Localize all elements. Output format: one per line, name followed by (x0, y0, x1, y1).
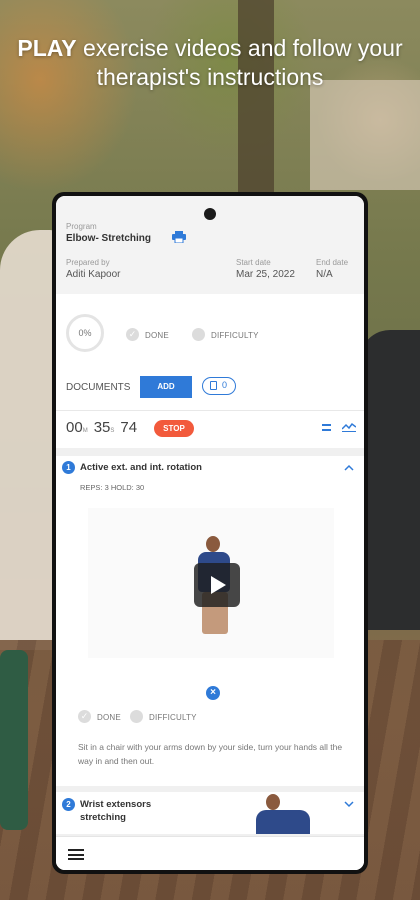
promo-headline: PLAY exercise videos and follow your the… (0, 34, 420, 92)
progress-row: 0% ✓ DONE DIFFICULTY (56, 314, 364, 354)
divider (56, 410, 364, 411)
end-date-label: End date (316, 258, 349, 267)
difficulty-icon[interactable] (192, 328, 205, 341)
phone-screen: Program Elbow- Stretching Prepared by Ad… (56, 196, 364, 870)
exercise-done-check-icon[interactable]: ✓ (78, 710, 91, 723)
exercise-done-label: DONE (97, 713, 121, 722)
program-name: Elbow- Stretching (66, 233, 151, 244)
session-timer: 00M 35S 74 (66, 419, 137, 437)
timer-hours: 00 (66, 419, 83, 436)
difficulty-label: DIFFICULTY (211, 331, 259, 340)
documents-label: DOCUMENTS (66, 382, 131, 393)
chevron-down-icon[interactable] (344, 801, 354, 808)
program-label: Program (66, 222, 97, 231)
timer-seconds: 74 (120, 419, 138, 436)
chart-view-icon[interactable] (342, 422, 356, 432)
progress-ring: 0% (66, 314, 104, 352)
print-icon[interactable] (172, 231, 186, 243)
play-icon[interactable] (194, 563, 240, 607)
timer-minutes-unit: S (110, 428, 115, 434)
exercise-title-line2: stretching (80, 812, 126, 823)
done-label: DONE (145, 331, 169, 340)
chevron-up-icon[interactable] (344, 464, 354, 471)
headline-text: exercise videos and follow your therapis… (76, 35, 403, 90)
menu-icon[interactable] (68, 849, 84, 860)
exercise-thumbnail-body (256, 810, 310, 834)
background-bottle (0, 650, 28, 830)
documents-count: 0 (222, 380, 228, 390)
background-tree (238, 0, 274, 200)
bottom-bar (56, 836, 364, 870)
documents-count-button[interactable]: 0 (202, 377, 236, 395)
stop-button[interactable]: STOP (154, 420, 194, 437)
prepared-by-name: Aditi Kapoor (66, 269, 121, 280)
exercise-number: 1 (62, 461, 75, 474)
background-person-left (0, 230, 60, 650)
exercise-difficulty-icon[interactable] (130, 710, 143, 723)
timer-hours-unit: M (82, 428, 88, 434)
add-document-button[interactable]: ADD (140, 376, 192, 398)
exercise-description: Sit in a chair with your arms down by yo… (78, 742, 343, 766)
headline-bold: PLAY (17, 35, 77, 61)
phone-frame: Program Elbow- Stretching Prepared by Ad… (52, 192, 368, 874)
list-view-icon[interactable] (322, 424, 331, 432)
document-icon (210, 381, 217, 390)
close-icon[interactable]: × (206, 686, 220, 700)
timer-minutes: 35 (93, 419, 111, 436)
exercise-meta: REPS: 3 HOLD: 30 (80, 483, 145, 492)
exercise-number: 2 (62, 798, 75, 811)
exercise-figure-head (206, 536, 220, 552)
exercise-thumbnail-head (266, 794, 280, 810)
exercise-title[interactable]: Active ext. and int. rotation (80, 462, 202, 473)
exercise-card[interactable]: 2 Wrist extensors stretching (56, 792, 364, 834)
start-date-label: Start date (236, 258, 271, 267)
done-check-icon[interactable]: ✓ (126, 328, 139, 341)
end-date-value: N/A (316, 269, 333, 280)
exercise-title-line1: Wrist extensors (80, 799, 152, 810)
exercise-difficulty-label: DIFFICULTY (149, 713, 197, 722)
start-date-value: Mar 25, 2022 (236, 269, 295, 280)
background-house (310, 80, 420, 190)
front-camera (204, 208, 216, 220)
background-person-right (360, 330, 420, 630)
prepared-by-label: Prepared by (66, 258, 110, 267)
